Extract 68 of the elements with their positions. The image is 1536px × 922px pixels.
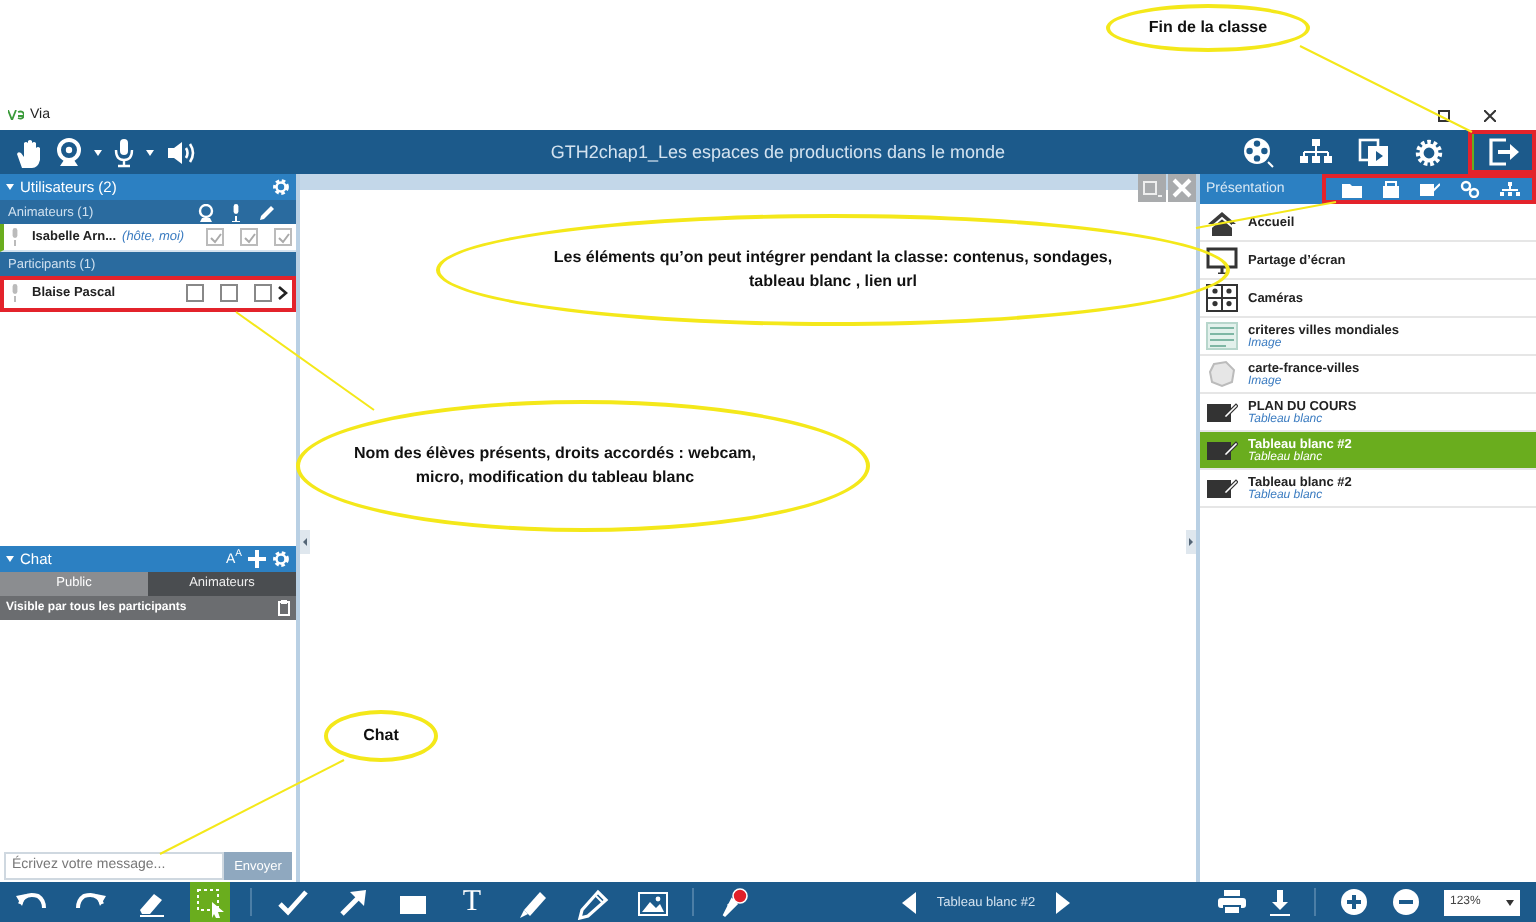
map-thumbnail-icon bbox=[1206, 360, 1238, 388]
webcam-icon bbox=[198, 203, 214, 221]
download-icon[interactable] bbox=[1270, 889, 1290, 915]
zoom-in-icon[interactable] bbox=[1340, 888, 1368, 916]
previous-icon[interactable] bbox=[902, 891, 917, 913]
microphone-icon bbox=[230, 203, 242, 221]
session-title: GTH2chap1_Les espaces de productions dans le monde bbox=[548, 142, 1008, 162]
collapse-right-icon[interactable] bbox=[1186, 530, 1196, 554]
select-tool-button[interactable] bbox=[190, 882, 230, 922]
settings-icon[interactable] bbox=[272, 549, 290, 567]
whiteboard-icon bbox=[1206, 436, 1238, 464]
print-icon[interactable] bbox=[1218, 890, 1246, 914]
microphone-icon bbox=[10, 228, 20, 246]
pencil-icon[interactable] bbox=[575, 885, 609, 919]
callout-bubble: Fin de la classe bbox=[1106, 4, 1310, 52]
maximize-icon[interactable] bbox=[1438, 109, 1450, 121]
network-icon[interactable] bbox=[1500, 181, 1520, 197]
whiteboard-icon bbox=[1206, 398, 1238, 426]
exit-icon bbox=[1487, 138, 1519, 166]
permission-checkbox[interactable] bbox=[186, 284, 204, 302]
check-icon bbox=[243, 231, 256, 243]
settings-icon[interactable] bbox=[272, 178, 290, 196]
caret-icon[interactable] bbox=[146, 149, 154, 155]
link-icon[interactable] bbox=[1460, 180, 1480, 198]
callout-bubble: Les éléments qu’on peut intégrer pendant la classe: contenus, sondages, tableau blanc , lien url bbox=[436, 214, 1230, 326]
house-icon bbox=[1206, 208, 1238, 236]
selection-icon bbox=[193, 885, 227, 919]
collapse-caret-icon bbox=[6, 555, 14, 561]
permission-checkbox[interactable] bbox=[254, 284, 272, 302]
arrow-icon[interactable] bbox=[335, 885, 369, 919]
webcam-icon[interactable] bbox=[56, 137, 82, 167]
clipboard-icon[interactable] bbox=[278, 599, 290, 615]
speaker-icon[interactable] bbox=[166, 139, 196, 165]
microphone-icon bbox=[10, 284, 20, 302]
leader-line bbox=[235, 311, 375, 411]
camera-grid-icon bbox=[1206, 284, 1238, 312]
settings-icon[interactable] bbox=[1414, 137, 1444, 167]
close-icon[interactable] bbox=[1484, 109, 1496, 121]
check-icon bbox=[277, 231, 290, 243]
leader-line bbox=[1195, 201, 1337, 229]
microphone-icon[interactable] bbox=[114, 137, 134, 167]
zoom-out-icon[interactable] bbox=[1392, 888, 1420, 916]
whiteboard-icon[interactable] bbox=[1420, 182, 1440, 196]
monitor-icon bbox=[1206, 246, 1238, 274]
collapse-left-icon[interactable] bbox=[300, 530, 310, 554]
presentation-screens-icon[interactable] bbox=[1358, 137, 1390, 167]
permission-checkbox[interactable] bbox=[220, 284, 238, 302]
callout-bubble: Chat bbox=[324, 710, 438, 762]
app-logo-icon bbox=[8, 110, 24, 120]
next-icon[interactable] bbox=[1055, 891, 1070, 913]
pointer-icon[interactable] bbox=[717, 885, 751, 919]
caret-icon bbox=[1506, 899, 1514, 905]
network-icon[interactable] bbox=[1298, 138, 1334, 166]
add-icon[interactable] bbox=[248, 549, 266, 567]
document-thumbnail-icon bbox=[1206, 322, 1238, 350]
collapse-caret-icon bbox=[6, 184, 14, 190]
check-icon bbox=[209, 231, 222, 243]
check-icon[interactable] bbox=[275, 885, 309, 919]
film-reel-icon[interactable] bbox=[1242, 136, 1274, 168]
folder-icon[interactable] bbox=[1342, 181, 1362, 197]
text-tool[interactable]: T bbox=[452, 882, 492, 922]
hand-icon[interactable] bbox=[14, 135, 44, 169]
poll-icon[interactable] bbox=[1382, 180, 1400, 198]
chevron-right-icon[interactable] bbox=[278, 286, 288, 300]
callout-bubble: Nom des élèves présents, droits accordés : webcam, micro, modification du tableau blanc bbox=[296, 400, 870, 532]
caret-icon[interactable] bbox=[94, 149, 102, 155]
exit-button[interactable] bbox=[1468, 130, 1536, 174]
whiteboard-icon bbox=[1206, 474, 1238, 502]
